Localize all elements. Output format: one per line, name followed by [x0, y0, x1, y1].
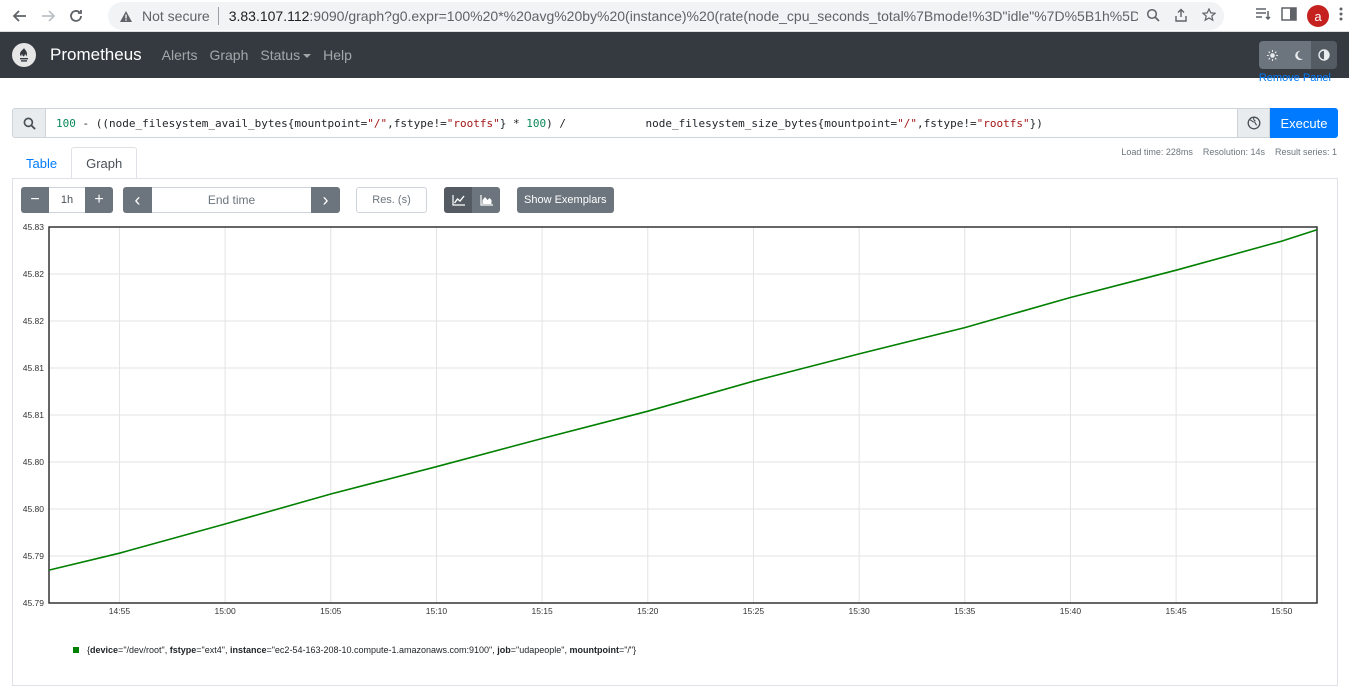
legend-swatch [73, 647, 79, 653]
legend-value: "/" [624, 645, 634, 655]
x-tick-label: 15:00 [214, 606, 236, 616]
x-tick-label: 15:25 [743, 606, 765, 616]
y-tick-label: 45.80 [23, 504, 45, 514]
legend-key: device [90, 645, 119, 655]
legend-value: "udapeople" [516, 645, 565, 655]
legend-value: "ext4" [201, 645, 225, 655]
y-tick-label: 45.79 [23, 551, 45, 561]
legend-key: instance [229, 645, 267, 655]
legend-value: "/dev/root" [123, 645, 165, 655]
y-tick-label: 45.82 [23, 269, 45, 279]
graph-legend[interactable]: {device="/dev/root", fstype="ext4", inst… [73, 645, 636, 655]
x-tick-label: 15:20 [637, 606, 659, 616]
y-tick-label: 45.83 [23, 222, 45, 232]
x-tick-label: 15:45 [1165, 606, 1187, 616]
legend-key: job [497, 645, 511, 655]
y-tick-label: 45.81 [23, 410, 45, 420]
x-tick-label: 15:50 [1271, 606, 1293, 616]
graph-chart: 45.83 45.82 45.82 45.81 45.81 45.80 45.80 45.79… [23, 222, 1318, 616]
legend-key: fstype [169, 645, 197, 655]
x-tick-label: 15:10 [426, 606, 448, 616]
x-tick-label: 15:30 [848, 606, 870, 616]
x-tick-label: 15:40 [1060, 606, 1082, 616]
y-tick-label: 45.80 [23, 457, 45, 467]
legend-value: "ec2-54-163-208-10.compute-1.amazonaws.c… [271, 645, 493, 655]
legend-label: {device="/dev/root", fstype="ext4", inst… [87, 645, 637, 655]
x-tick-label: 15:15 [531, 606, 553, 616]
y-tick-label: 45.79 [23, 598, 45, 608]
x-tick-label: 15:35 [954, 606, 976, 616]
x-tick-label: 14:55 [109, 606, 131, 616]
y-tick-label: 45.81 [23, 363, 45, 373]
legend-key: mountpoint [569, 645, 619, 655]
x-tick-label: 15:05 [320, 606, 342, 616]
y-tick-label: 45.82 [23, 316, 45, 326]
